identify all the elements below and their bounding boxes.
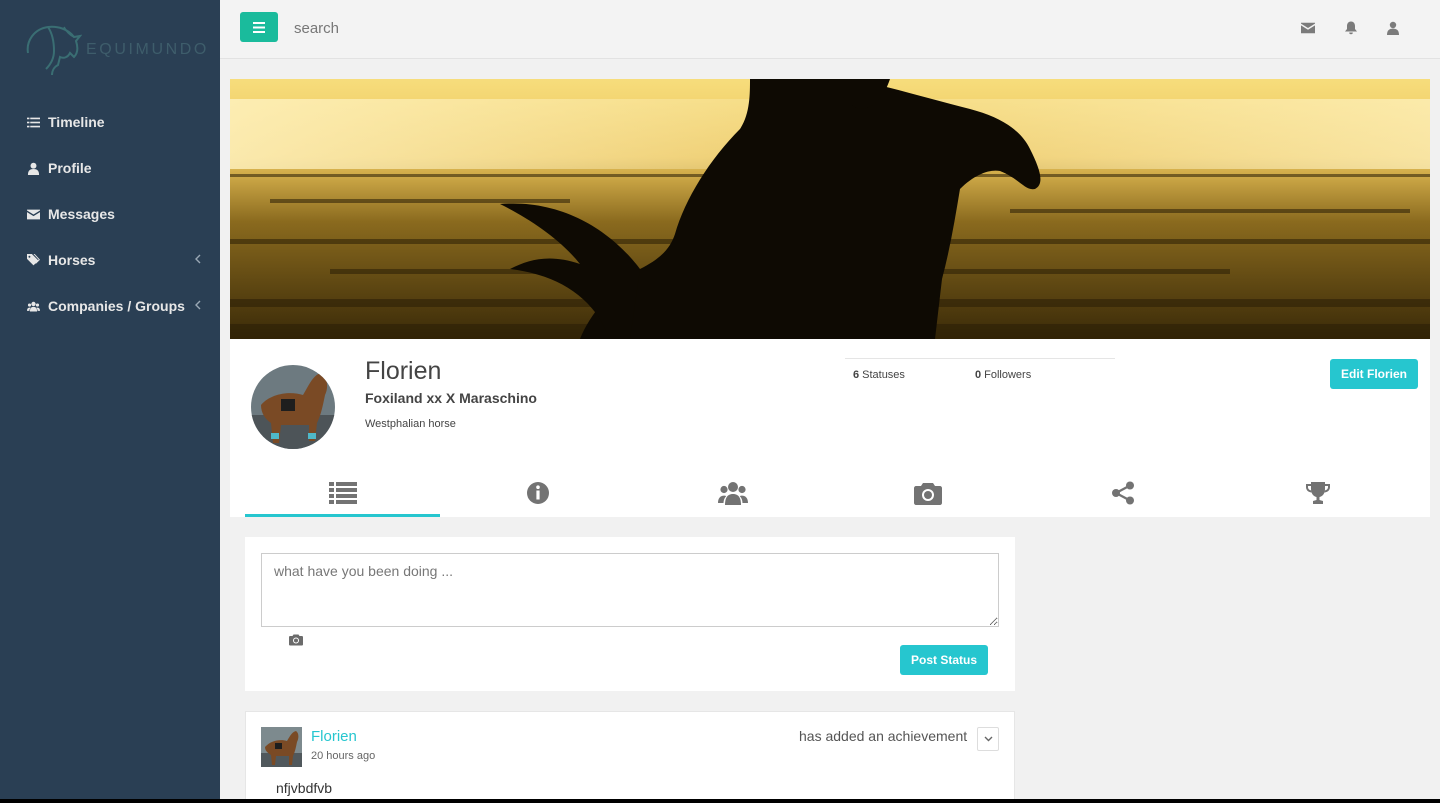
trophy-icon: [1305, 481, 1330, 504]
profile-stats: 6 Statuses 0 Followers: [845, 358, 1115, 381]
avatar[interactable]: [251, 365, 335, 449]
sidebar-item-companies-groups[interactable]: Companies / Groups: [0, 283, 220, 329]
users-icon: [717, 481, 748, 505]
post-options-button[interactable]: [977, 727, 999, 751]
list-icon: [25, 114, 41, 130]
status-composer: Post Status: [245, 537, 1015, 691]
sidebar-item-label: Companies / Groups: [48, 298, 185, 314]
top-bar: [220, 0, 1440, 59]
profile-tabs: [245, 468, 1415, 517]
bell-icon: [1345, 21, 1357, 35]
search-input[interactable]: [294, 14, 594, 42]
chevron-left-icon: [194, 252, 202, 266]
tags-icon: [25, 252, 41, 268]
profile-name: Florien: [365, 357, 442, 385]
followers-label: Followers: [984, 369, 1032, 381]
bars-icon: [253, 21, 265, 33]
horse-head-logo-icon: [26, 25, 82, 76]
statuses-count: 6: [853, 369, 860, 381]
camera-icon: [289, 634, 303, 646]
users-icon: [25, 298, 41, 314]
sidebar-item-label: Profile: [48, 160, 92, 176]
tab-friends[interactable]: [635, 468, 830, 517]
sidebar-item-label: Timeline: [48, 114, 105, 130]
sidebar-item-messages[interactable]: Messages: [0, 191, 220, 237]
info-icon: [526, 481, 549, 504]
timeline-post: Florien 20 hours ago has added an achiev…: [245, 711, 1015, 799]
sidebar-item-label: Messages: [48, 206, 115, 222]
chevron-left-icon: [194, 298, 202, 312]
post-avatar[interactable]: [261, 727, 302, 767]
post-status-button[interactable]: Post Status: [900, 645, 989, 675]
post-timestamp: 20 hours ago: [311, 750, 376, 762]
notifications-button[interactable]: [1343, 20, 1359, 36]
account-button[interactable]: [1385, 20, 1401, 36]
sidebar-nav: Timeline Profile Messages Horses Compani…: [0, 99, 220, 329]
logo[interactable]: EQUIMUNDO: [24, 22, 206, 78]
attach-photo-button[interactable]: [289, 633, 303, 647]
sidebar-item-horses[interactable]: Horses: [0, 237, 220, 283]
tab-share[interactable]: [1025, 468, 1220, 517]
followers-stat[interactable]: 0 Followers: [975, 369, 1031, 381]
post-body: nfjvbdfvb: [276, 780, 333, 796]
user-icon: [25, 160, 41, 176]
sidebar-item-profile[interactable]: Profile: [0, 145, 220, 191]
followers-count: 0: [975, 369, 982, 381]
edit-profile-button[interactable]: Edit Florien: [1330, 359, 1418, 389]
tab-timeline[interactable]: [245, 468, 440, 517]
sidebar: EQUIMUNDO Timeline Profile Messages Hors…: [0, 0, 220, 799]
post-action-text: has added an achievement: [799, 728, 968, 744]
tab-photos[interactable]: [830, 468, 1025, 517]
camera-icon: [913, 482, 942, 505]
status-textarea[interactable]: [261, 553, 999, 627]
app-window: EQUIMUNDO Timeline Profile Messages Hors…: [0, 0, 1440, 799]
envelope-icon: [1301, 22, 1315, 34]
tab-achievements[interactable]: [1220, 468, 1415, 517]
profile-header: Florien Foxiland xx X Maraschino Westpha…: [230, 79, 1430, 517]
menu-toggle-button[interactable]: [240, 12, 278, 42]
user-icon: [1387, 21, 1399, 35]
share-icon: [1111, 481, 1134, 504]
profile-type: Westphalian horse: [365, 418, 456, 430]
list-icon: [328, 481, 357, 504]
statuses-stat[interactable]: 6 Statuses: [845, 369, 975, 381]
cover-photo: [230, 79, 1430, 339]
messages-button[interactable]: [1300, 20, 1316, 36]
statuses-label: Statuses: [862, 369, 905, 381]
tab-info[interactable]: [440, 468, 635, 517]
post-author[interactable]: Florien: [311, 728, 357, 745]
sidebar-item-timeline[interactable]: Timeline: [0, 99, 220, 145]
envelope-icon: [25, 206, 41, 222]
sidebar-item-label: Horses: [48, 252, 96, 268]
brand-name: EQUIMUNDO: [86, 41, 209, 58]
profile-breed: Foxiland xx X Maraschino: [365, 390, 537, 406]
chevron-down-icon: [984, 736, 992, 742]
